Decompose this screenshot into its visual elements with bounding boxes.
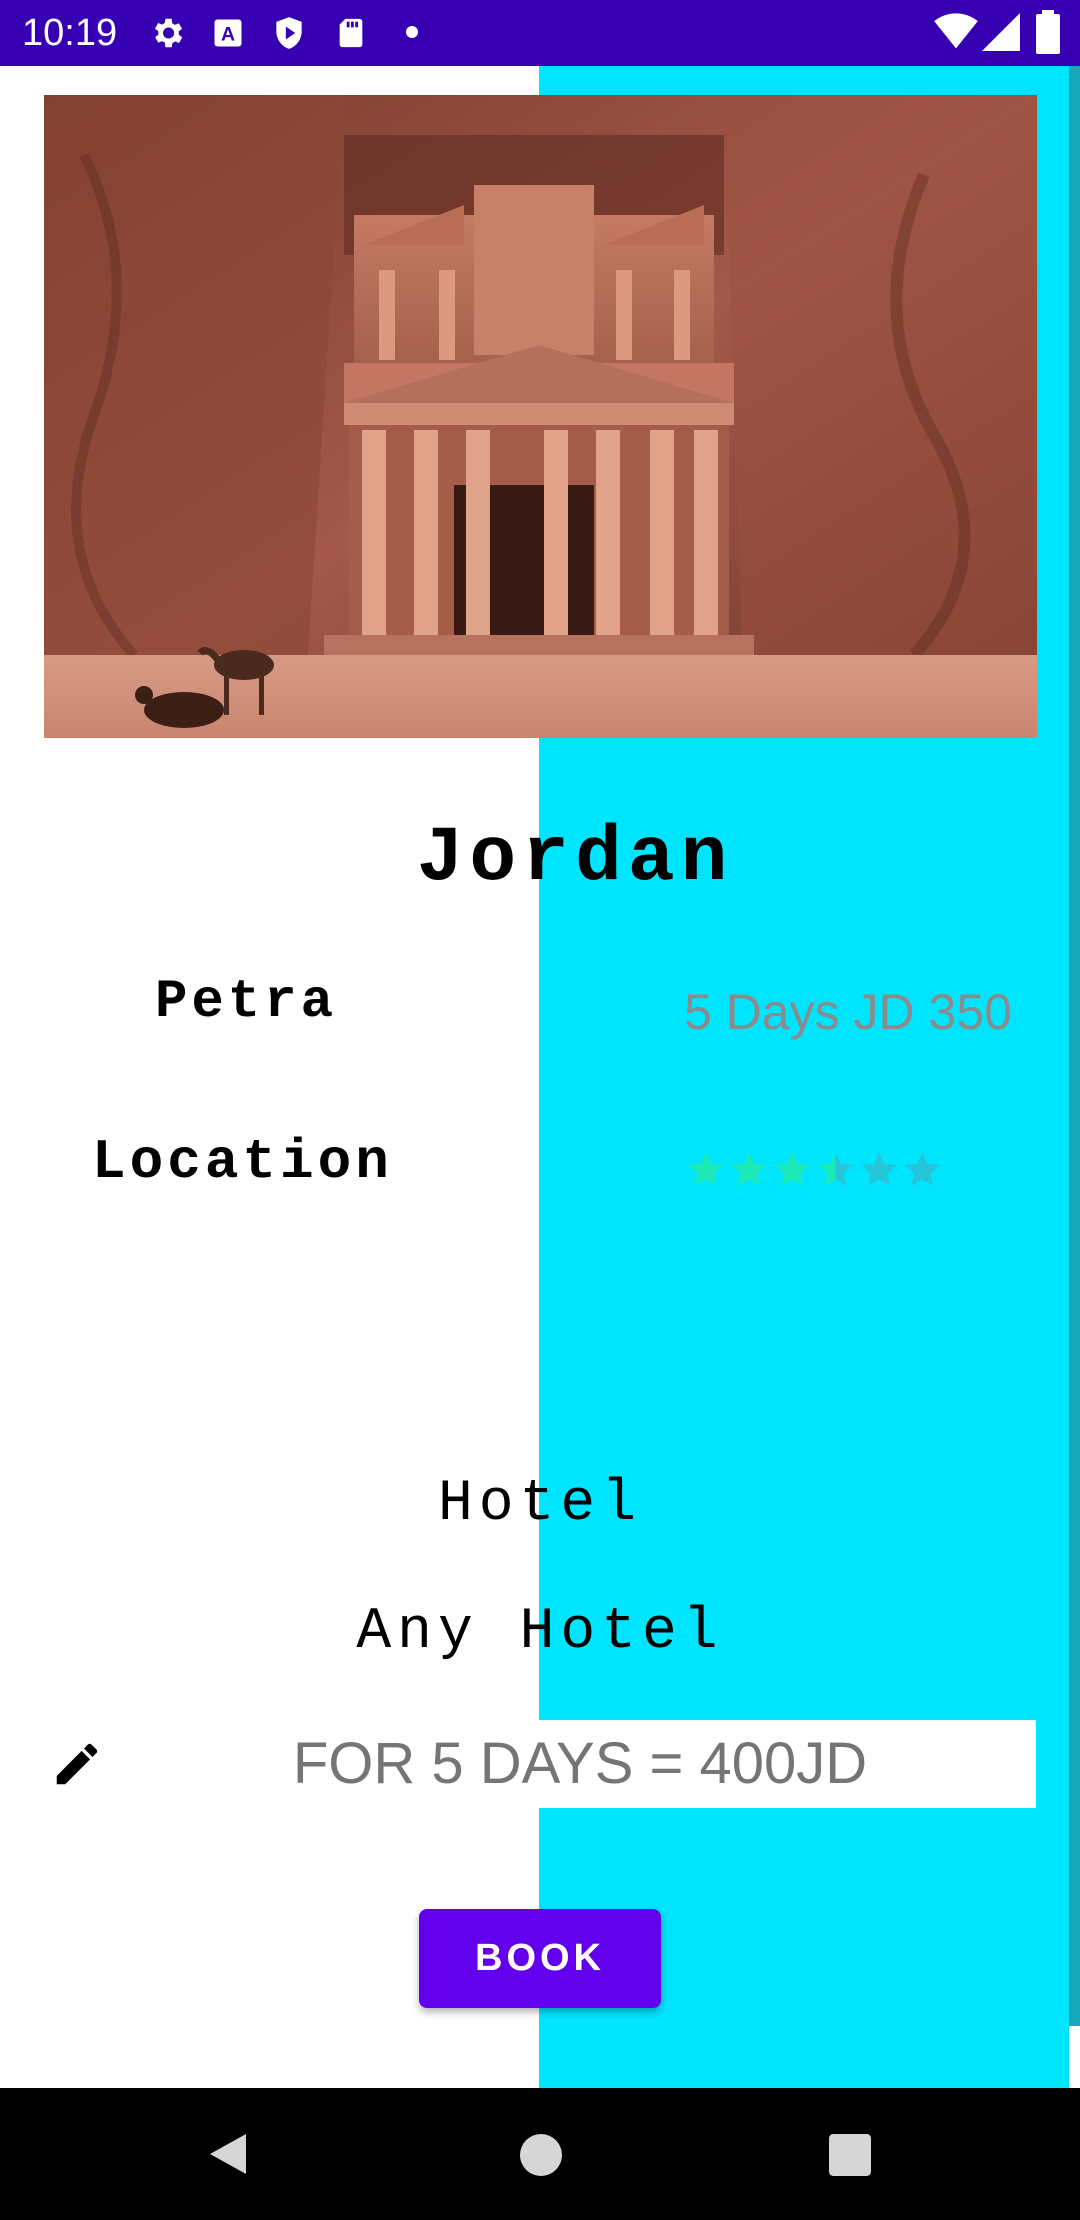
a-icon: A (214, 19, 242, 47)
gear-icon (154, 18, 183, 48)
star-icon (774, 1152, 811, 1186)
location-label[interactable]: Location (92, 1130, 393, 1194)
hotel-cost-field[interactable]: FOR 5 DAYS = 400JD (124, 1720, 1036, 1808)
signal-icon (982, 13, 1020, 51)
svg-text:A: A (221, 24, 235, 46)
book-button[interactable]: BOOK (419, 1909, 661, 2008)
rating-bar[interactable] (686, 1150, 946, 1190)
home-icon[interactable] (520, 2134, 562, 2176)
country-title: Jordan (416, 815, 734, 903)
star-icon (731, 1152, 767, 1186)
recent-apps-icon[interactable] (829, 2134, 871, 2176)
wifi-icon (934, 13, 978, 49)
shield-icon (276, 17, 302, 49)
place-name: Petra (155, 972, 338, 1033)
hotel-label: Hotel (437, 1472, 643, 1537)
star-half-icon (817, 1152, 854, 1186)
scrollbar[interactable] (1069, 66, 1080, 2026)
sd-card-icon (339, 18, 363, 48)
status-bar: 10:19 A (0, 0, 1080, 66)
back-icon[interactable] (206, 2130, 250, 2178)
destination-photo (44, 95, 1037, 738)
hotel-name: Any Hotel (356, 1600, 724, 1665)
trip-price: 5 Days JD 350 (684, 984, 1012, 1040)
star-empty-icon (861, 1152, 897, 1186)
dot-icon (406, 26, 418, 38)
status-time: 10:19 (22, 12, 118, 54)
edit-icon[interactable] (50, 1737, 104, 1791)
star-empty-icon (904, 1152, 941, 1186)
star-icon (687, 1152, 724, 1186)
battery-icon (1036, 10, 1060, 54)
